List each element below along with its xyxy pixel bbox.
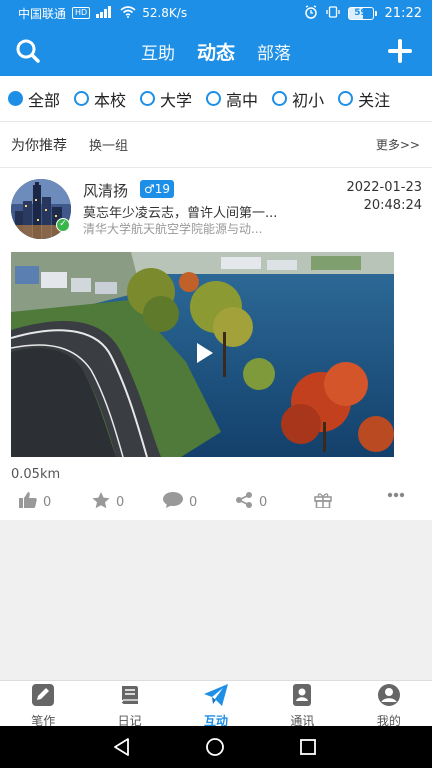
filter-label: 本校 <box>94 90 127 110</box>
status-bar: 中国联通 HD 52.8K/s 59 21:22 <box>0 0 432 26</box>
filter-option-2[interactable]: 大学 <box>140 87 192 111</box>
radio-button[interactable] <box>74 91 90 106</box>
filter-option-4[interactable]: 初小 <box>272 87 324 111</box>
age-label: 19 <box>154 182 171 196</box>
gender-age-badge: ♂19 <box>140 180 175 198</box>
alarm-icon <box>304 4 318 22</box>
bottom-tab-bar: 笔作 日记 互动 通讯 我的 <box>0 680 432 728</box>
hd-badge: HD <box>72 7 91 19</box>
tab-notes[interactable]: 笔作 <box>0 681 86 728</box>
battery-level: 59 <box>354 7 367 18</box>
paper-plane-icon <box>203 683 229 711</box>
filter-label: 初小 <box>292 90 325 110</box>
star-icon <box>92 492 110 513</box>
radio-button[interactable] <box>8 91 23 106</box>
system-nav-bar <box>0 726 432 768</box>
video-thumbnail[interactable] <box>11 252 394 457</box>
carrier-label: 中国联通 <box>18 6 67 21</box>
tab-header-2[interactable]: 部落 <box>257 39 291 64</box>
user-name[interactable]: 风清扬 <box>83 180 128 201</box>
verified-icon: ✓ <box>56 218 70 232</box>
like-count: 0 <box>43 494 52 510</box>
comment-count: 0 <box>189 494 198 510</box>
edit-icon <box>31 683 55 711</box>
speed-label: 52.8K/s <box>142 6 188 20</box>
favorite-count: 0 <box>116 495 125 510</box>
tab-header-0[interactable]: 互助 <box>141 39 175 64</box>
back-icon[interactable] <box>112 737 132 761</box>
post-time: 20:48:24 <box>363 198 422 213</box>
gift-button[interactable] <box>314 492 332 512</box>
battery-icon: 59 <box>347 6 377 20</box>
recents-icon[interactable] <box>298 737 318 761</box>
signal-icon <box>96 5 114 21</box>
gift-icon <box>314 492 332 512</box>
contacts-icon <box>290 683 314 711</box>
distance-label: 0.05km <box>11 467 61 482</box>
comment-button[interactable]: 0 <box>163 492 197 512</box>
filter-label: 大学 <box>160 90 193 110</box>
vibrate-icon <box>325 5 340 21</box>
user-school: 清华大学航天航空学院能源与动... <box>83 222 263 236</box>
radio-button[interactable] <box>140 91 156 106</box>
more-link[interactable]: 更多>> <box>376 136 420 153</box>
radio-button[interactable] <box>206 91 222 106</box>
filter-label: 全部 <box>28 90 61 110</box>
filter-option-3[interactable]: 高中 <box>206 87 258 111</box>
filter-option-0[interactable]: 全部 <box>8 87 60 111</box>
post-card: ✓ 风清扬 ♂19 莫忘年少凌云志，曾许人间第一... 清华大学航天航空学院能源… <box>0 168 432 520</box>
favorite-button[interactable]: 0 <box>92 492 124 513</box>
share-count: 0 <box>259 494 268 510</box>
gender-icon: ♂ <box>144 182 155 196</box>
filter-label: 高中 <box>226 90 259 110</box>
tab-me[interactable]: 我的 <box>346 681 432 728</box>
user-icon <box>377 683 401 711</box>
thumbs-up-icon <box>19 492 37 512</box>
tab-header-1[interactable]: 动态 <box>197 38 235 65</box>
user-signature: 莫忘年少凌云志，曾许人间第一... <box>83 206 278 221</box>
tab-contacts[interactable]: 通讯 <box>259 681 345 728</box>
radio-button[interactable] <box>272 91 288 106</box>
recommend-title: 为你推荐 <box>11 137 67 154</box>
filter-row: 全部 本校 大学 高中 初小 关注 <box>0 76 432 122</box>
like-button[interactable]: 0 <box>19 492 51 512</box>
share-button[interactable]: 0 <box>235 492 267 512</box>
tab-interaction[interactable]: 互动 <box>173 681 259 728</box>
filter-option-1[interactable]: 本校 <box>74 87 126 111</box>
post-date: 2022-01-23 <box>346 180 422 195</box>
wifi-icon <box>120 5 136 21</box>
comment-icon <box>163 492 183 512</box>
filter-option-5[interactable]: 关注 <box>338 87 390 111</box>
radio-button[interactable] <box>338 91 354 106</box>
tab-diary[interactable]: 日记 <box>86 681 172 728</box>
post-actions: 0 0 0 0 <box>0 488 432 518</box>
book-icon <box>118 683 142 711</box>
share-icon <box>235 492 253 512</box>
header-tabs: 互助 动态 部落 <box>0 26 432 76</box>
play-icon[interactable] <box>197 343 213 363</box>
plus-icon[interactable] <box>384 35 416 67</box>
change-group-button[interactable]: 换一组 <box>89 135 128 154</box>
filter-label: 关注 <box>358 90 391 110</box>
more-icon[interactable] <box>387 492 405 498</box>
home-icon[interactable] <box>205 737 225 761</box>
recommend-row: 为你推荐 换一组 更多>> <box>0 122 432 168</box>
top-header: 互助 动态 部落 <box>0 26 432 76</box>
clock: 21:22 <box>384 5 422 21</box>
